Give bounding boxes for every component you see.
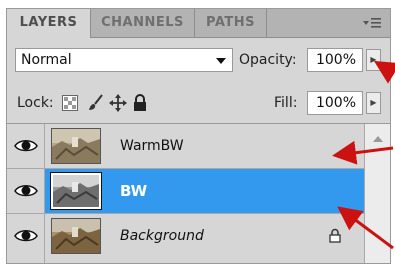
tab-layers[interactable]: LAYERS	[7, 9, 91, 38]
eye-icon	[13, 133, 39, 159]
lock-image-pixels-icon[interactable]	[87, 94, 105, 116]
layer-row-bw[interactable]: BW	[7, 169, 364, 214]
lock-transparent-pixels-icon[interactable]	[62, 95, 78, 115]
chevron-down-icon	[216, 58, 226, 64]
opacity-label: Opacity:	[239, 52, 297, 68]
panel-menu-icon[interactable]	[362, 16, 382, 30]
scroll-up-icon[interactable]	[373, 136, 383, 142]
layers-scrollbar[interactable]	[364, 124, 390, 263]
eye-icon	[13, 178, 39, 204]
visibility-toggle[interactable]	[7, 214, 45, 263]
layer-name: BW	[120, 182, 148, 200]
blend-mode-value: Normal	[21, 52, 72, 68]
blend-mode-select[interactable]: Normal	[15, 48, 233, 72]
layer-row-warmbw[interactable]: WarmBW	[7, 124, 364, 169]
layers-panel: LAYERS CHANNELS PATHS Normal Opacity: 10…	[6, 8, 391, 264]
visibility-toggle[interactable]	[7, 124, 45, 168]
tab-bar: LAYERS CHANNELS PATHS	[7, 9, 390, 38]
layers-list: WarmBW BW Background	[7, 124, 364, 263]
layer-thumbnail	[51, 128, 101, 164]
lock-label: Lock:	[17, 95, 54, 111]
opacity-slider-button[interactable]: ▶	[366, 49, 381, 71]
lock-all-icon[interactable]	[133, 94, 147, 116]
layer-lock-icon	[329, 228, 341, 247]
lock-position-icon[interactable]	[109, 94, 127, 116]
fill-label: Fill:	[274, 95, 298, 111]
fill-slider-button[interactable]: ▶	[366, 92, 381, 114]
eye-icon	[13, 223, 39, 249]
tab-paths[interactable]: PATHS	[195, 9, 267, 37]
layer-name: WarmBW	[120, 138, 184, 154]
fill-input[interactable]: 100%	[307, 91, 363, 115]
layer-thumbnail	[51, 218, 101, 254]
layer-thumbnail	[50, 172, 102, 210]
layer-name: Background	[120, 228, 204, 244]
opacity-input[interactable]: 100%	[307, 48, 363, 72]
layer-row-background[interactable]: Background	[7, 214, 364, 263]
visibility-toggle[interactable]	[7, 169, 45, 213]
tab-channels[interactable]: CHANNELS	[91, 9, 195, 37]
